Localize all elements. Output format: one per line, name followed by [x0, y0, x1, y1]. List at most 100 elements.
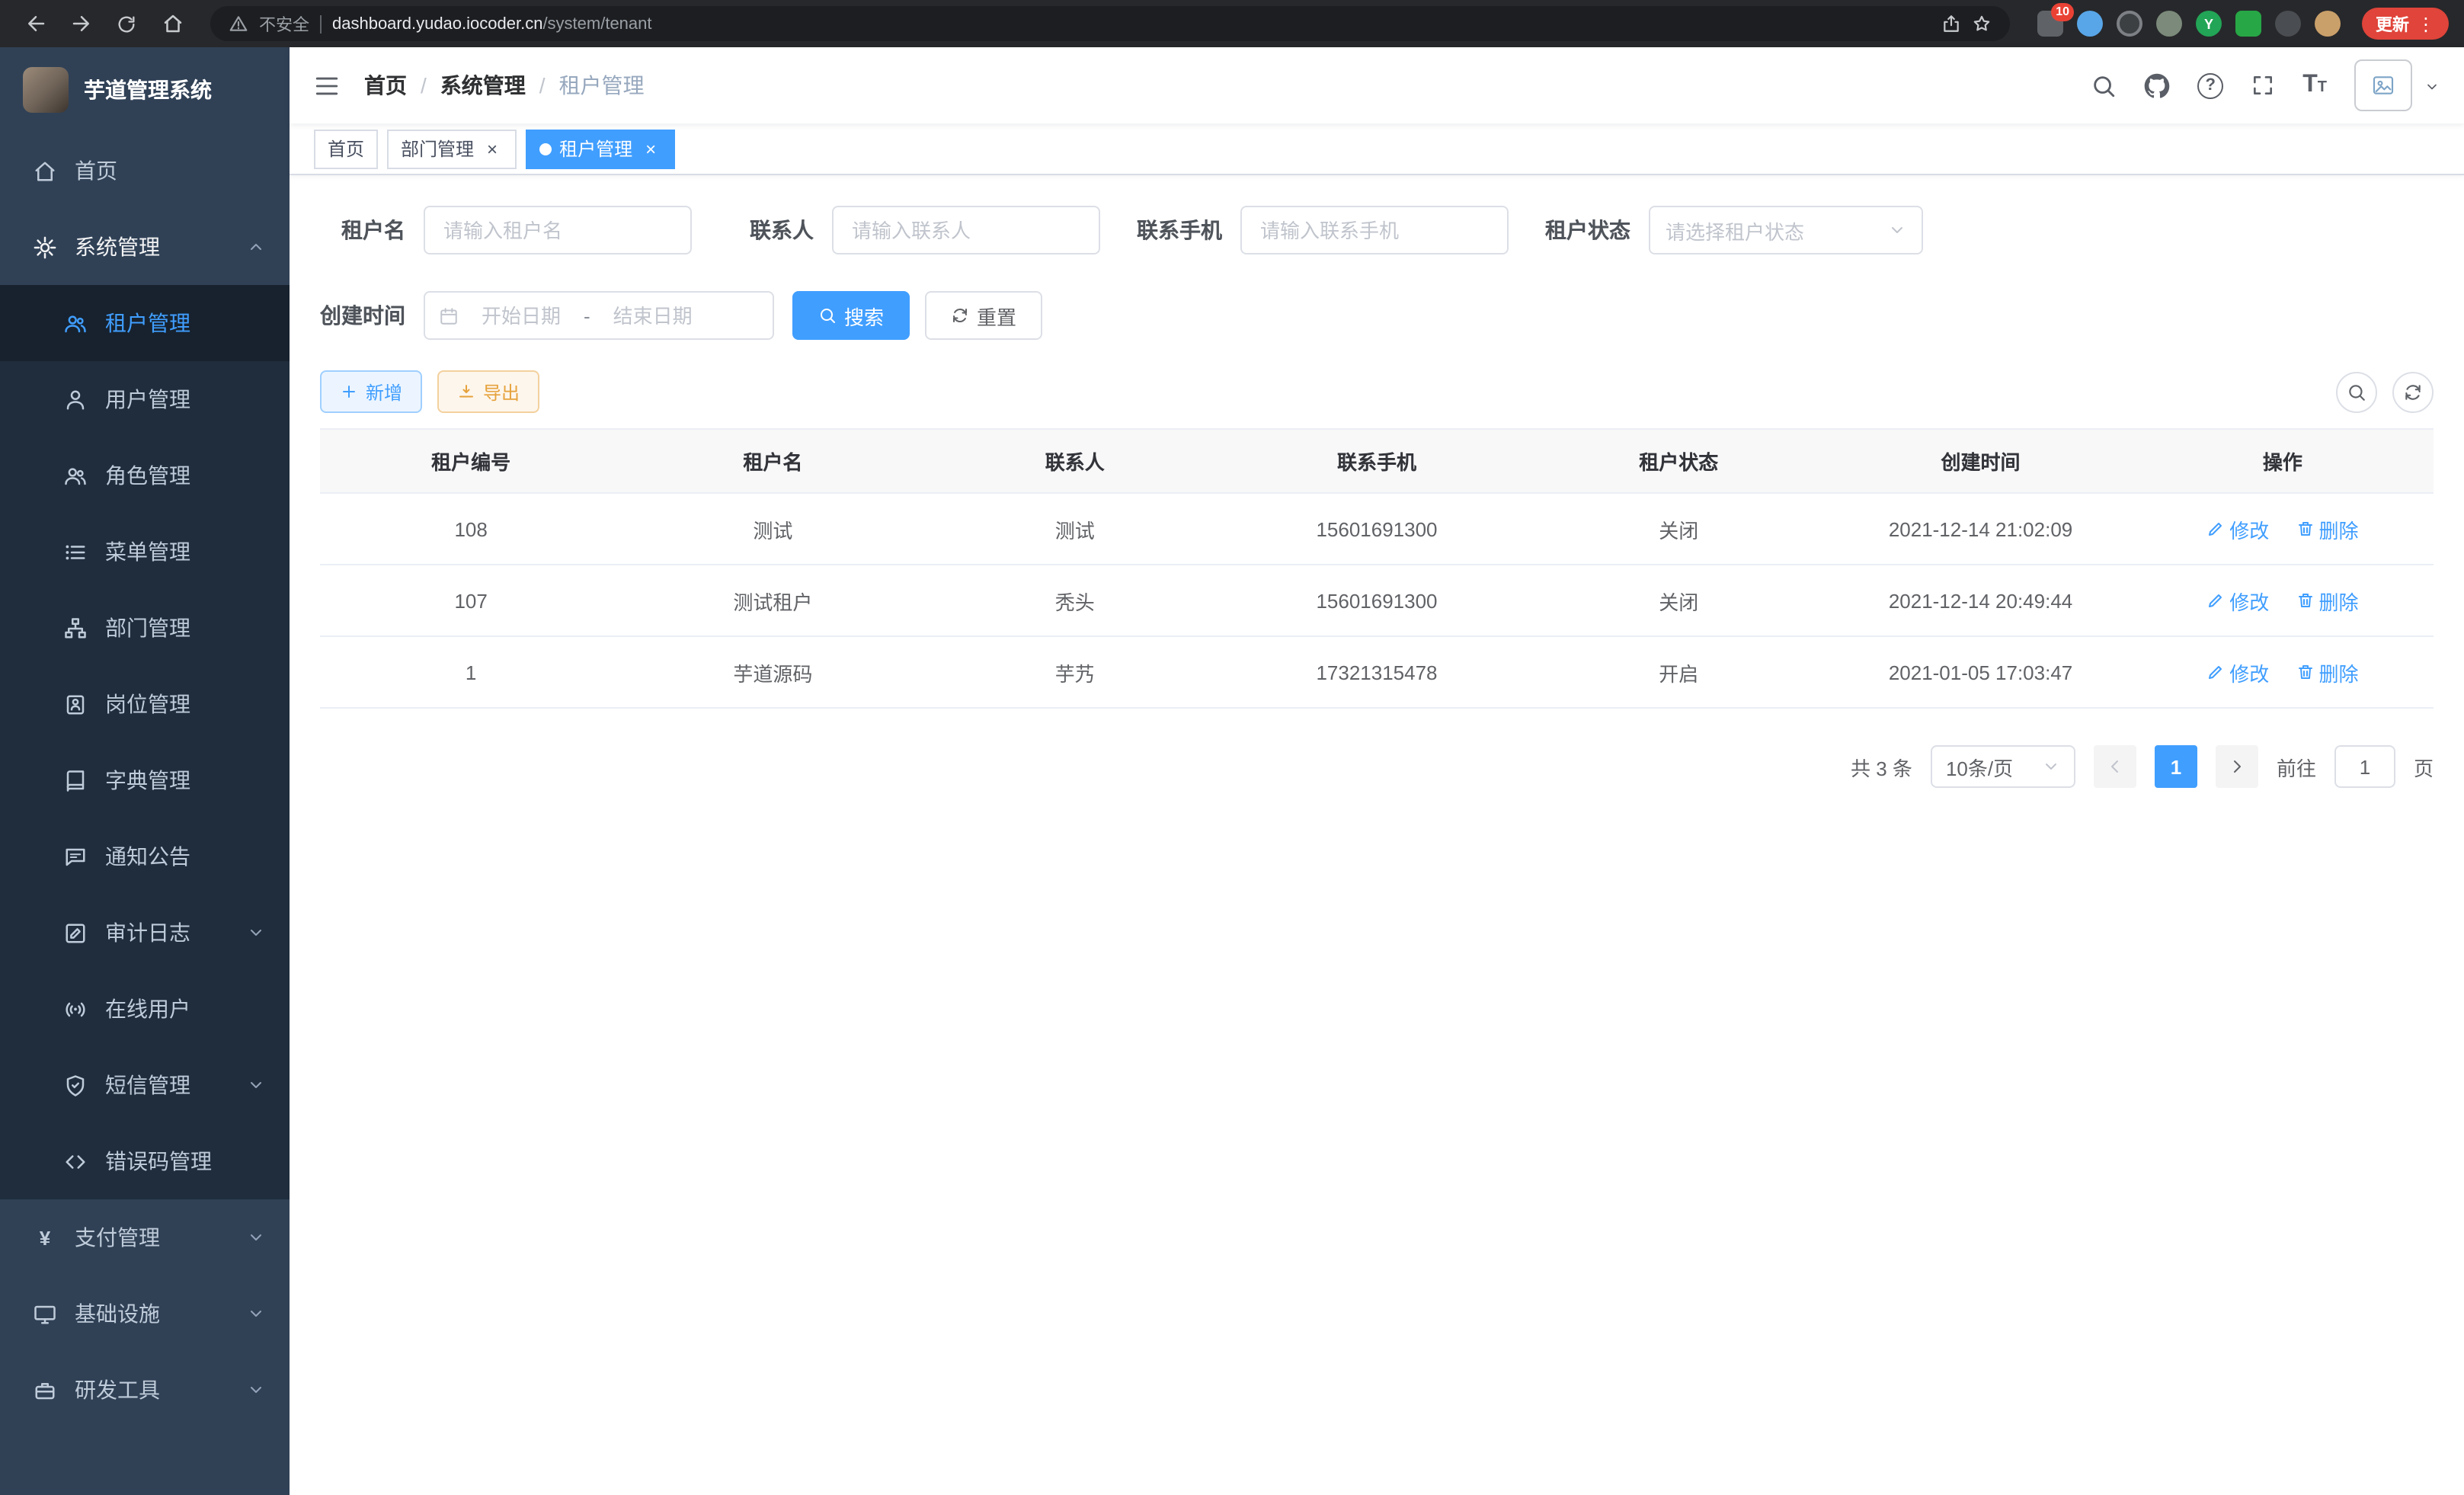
main-area: 首页 / 系统管理 / 租户管理 ? TT [290, 47, 2464, 1495]
sidebar-item-user[interactable]: 用户管理 [0, 361, 290, 437]
search-button[interactable]: 搜索 [792, 291, 910, 340]
close-icon[interactable]: × [482, 138, 503, 159]
sidebar-item-infra[interactable]: 基础设施 [0, 1276, 290, 1352]
form-item-status: 租户状态 请选择租户状态 [1545, 206, 1923, 255]
page-number-button[interactable]: 1 [2155, 745, 2197, 788]
start-date-input[interactable] [465, 304, 578, 327]
sidebar-item-devtools[interactable]: 研发工具 [0, 1352, 290, 1428]
edit-link[interactable]: 修改 [2206, 658, 2269, 687]
font-size-small-t: T [2318, 79, 2327, 96]
browser-update-button[interactable]: 更新 ⋮ [2362, 8, 2449, 40]
sidebar-item-post[interactable]: 岗位管理 [0, 666, 290, 742]
close-icon[interactable]: × [640, 138, 661, 159]
sidebar-item-online-users[interactable]: 在线用户 [0, 971, 290, 1047]
tab-dept[interactable]: 部门管理 × [387, 129, 517, 168]
browser-reload-button[interactable] [107, 5, 146, 42]
font-size-icon[interactable]: TT [2302, 73, 2327, 98]
browser-forward-button[interactable] [61, 5, 101, 42]
goto-page-input[interactable] [2334, 745, 2395, 788]
help-icon[interactable]: ? [2197, 72, 2223, 98]
browser-home-button[interactable] [152, 5, 192, 42]
code-icon [64, 1150, 87, 1173]
prev-page-button[interactable] [2094, 745, 2136, 788]
github-icon[interactable] [2144, 72, 2170, 98]
bookmark-star-icon[interactable] [1972, 14, 1992, 34]
tenant-name-input[interactable] [424, 206, 692, 255]
sidebar-item-sms[interactable]: 短信管理 [0, 1047, 290, 1123]
chevron-down-icon [247, 1305, 265, 1323]
app-logo[interactable]: 芋道管理系统 [0, 47, 290, 133]
sidebar-item-label: 短信管理 [105, 1070, 229, 1100]
column-header-phone: 联系手机 [1226, 429, 1528, 493]
page-size-select[interactable]: 10条/页 [1931, 745, 2075, 788]
sidebar-item-dept[interactable]: 部门管理 [0, 590, 290, 666]
sidebar-item-pay[interactable]: ¥ 支付管理 [0, 1199, 290, 1276]
sidebar-item-tenant[interactable]: 租户管理 [0, 285, 290, 361]
export-button[interactable]: 导出 [437, 370, 539, 413]
create-time-range-picker[interactable]: - [424, 291, 774, 340]
extension-icon-3[interactable] [2117, 11, 2142, 37]
refresh-table-button[interactable] [2392, 371, 2434, 412]
cell-phone: 15601691300 [1226, 493, 1528, 565]
extension-icon-5[interactable]: Y [2196, 11, 2222, 37]
sidebar-item-label: 菜单管理 [105, 536, 265, 567]
breadcrumb-item-system[interactable]: 系统管理 [440, 70, 526, 101]
extensions-cluster: 10 Y [2037, 11, 2341, 37]
toggle-search-button[interactable] [2336, 371, 2377, 412]
cell-tenant-id: 107 [320, 565, 622, 636]
yen-icon: ¥ [34, 1226, 56, 1249]
edit-link[interactable]: 修改 [2206, 586, 2269, 615]
chevron-right-icon [2228, 757, 2246, 776]
phone-input[interactable] [1240, 206, 1509, 255]
end-date-input[interactable] [597, 304, 709, 327]
breadcrumb: 首页 / 系统管理 / 租户管理 [364, 70, 645, 101]
security-warning-icon[interactable] [229, 14, 248, 34]
export-button-label: 导出 [483, 379, 520, 405]
extensions-pin-icon[interactable] [2275, 11, 2301, 37]
sidebar-item-home[interactable]: 首页 [0, 133, 290, 209]
sidebar-item-role[interactable]: 角色管理 [0, 437, 290, 514]
cell-created: 2021-01-05 17:03:47 [1829, 636, 2131, 708]
contact-input[interactable] [832, 206, 1100, 255]
sidebar-toggle-button[interactable] [314, 72, 340, 98]
sidebar-item-label: 租户管理 [105, 308, 265, 338]
next-page-button[interactable] [2216, 745, 2258, 788]
tab-tenant[interactable]: 租户管理 × [526, 129, 675, 168]
browser-back-button[interactable] [15, 5, 55, 42]
tab-home[interactable]: 首页 [314, 129, 378, 168]
edit-link[interactable]: 修改 [2206, 514, 2269, 543]
table-row: 1 芋道源码 芋艿 17321315478 开启 2021-01-05 17:0… [320, 636, 2434, 708]
sidebar-item-label: 首页 [75, 155, 265, 186]
sidebar-item-system[interactable]: 系统管理 [0, 209, 290, 285]
sidebar-item-menu[interactable]: 菜单管理 [0, 514, 290, 590]
delete-link[interactable]: 删除 [2296, 658, 2358, 687]
tags-view: 首页 部门管理 × 租户管理 × [290, 123, 2464, 175]
fullscreen-icon[interactable] [2251, 73, 2275, 98]
cell-created: 2021-12-14 20:49:44 [1829, 565, 2131, 636]
tenant-status-select[interactable]: 请选择租户状态 [1649, 206, 1923, 255]
extension-icon-1[interactable]: 10 [2037, 11, 2063, 37]
extension-icon-2[interactable] [2077, 11, 2103, 37]
address-bar[interactable]: 不安全 dashboard.yudao.iocoder.cn/system/te… [210, 6, 2010, 41]
font-size-large-t: T [2302, 72, 2318, 98]
screen: 不安全 dashboard.yudao.iocoder.cn/system/te… [0, 0, 2464, 1495]
reset-button[interactable]: 重置 [925, 291, 1042, 340]
avatar-caret-icon[interactable] [2424, 75, 2440, 102]
extension-icon-6[interactable] [2235, 11, 2261, 37]
delete-link[interactable]: 删除 [2296, 514, 2358, 543]
sidebar-item-dict[interactable]: 字典管理 [0, 742, 290, 818]
sidebar-item-error-code[interactable]: 错误码管理 [0, 1123, 290, 1199]
extension-icon-4[interactable] [2156, 11, 2182, 37]
hamburger-icon [314, 72, 340, 98]
sidebar-item-notice[interactable]: 通知公告 [0, 818, 290, 895]
profile-avatar-icon[interactable] [2315, 11, 2341, 37]
sidebar-item-audit-log[interactable]: 审计日志 [0, 895, 290, 971]
breadcrumb-item-home[interactable]: 首页 [364, 70, 407, 101]
delete-link[interactable]: 删除 [2296, 586, 2358, 615]
add-button[interactable]: 新增 [320, 370, 422, 413]
header-search-icon[interactable] [2091, 72, 2117, 98]
share-icon[interactable] [1941, 14, 1961, 34]
delete-icon [2296, 663, 2314, 681]
breadcrumb-item-current: 租户管理 [559, 70, 645, 101]
user-avatar[interactable] [2354, 59, 2412, 111]
